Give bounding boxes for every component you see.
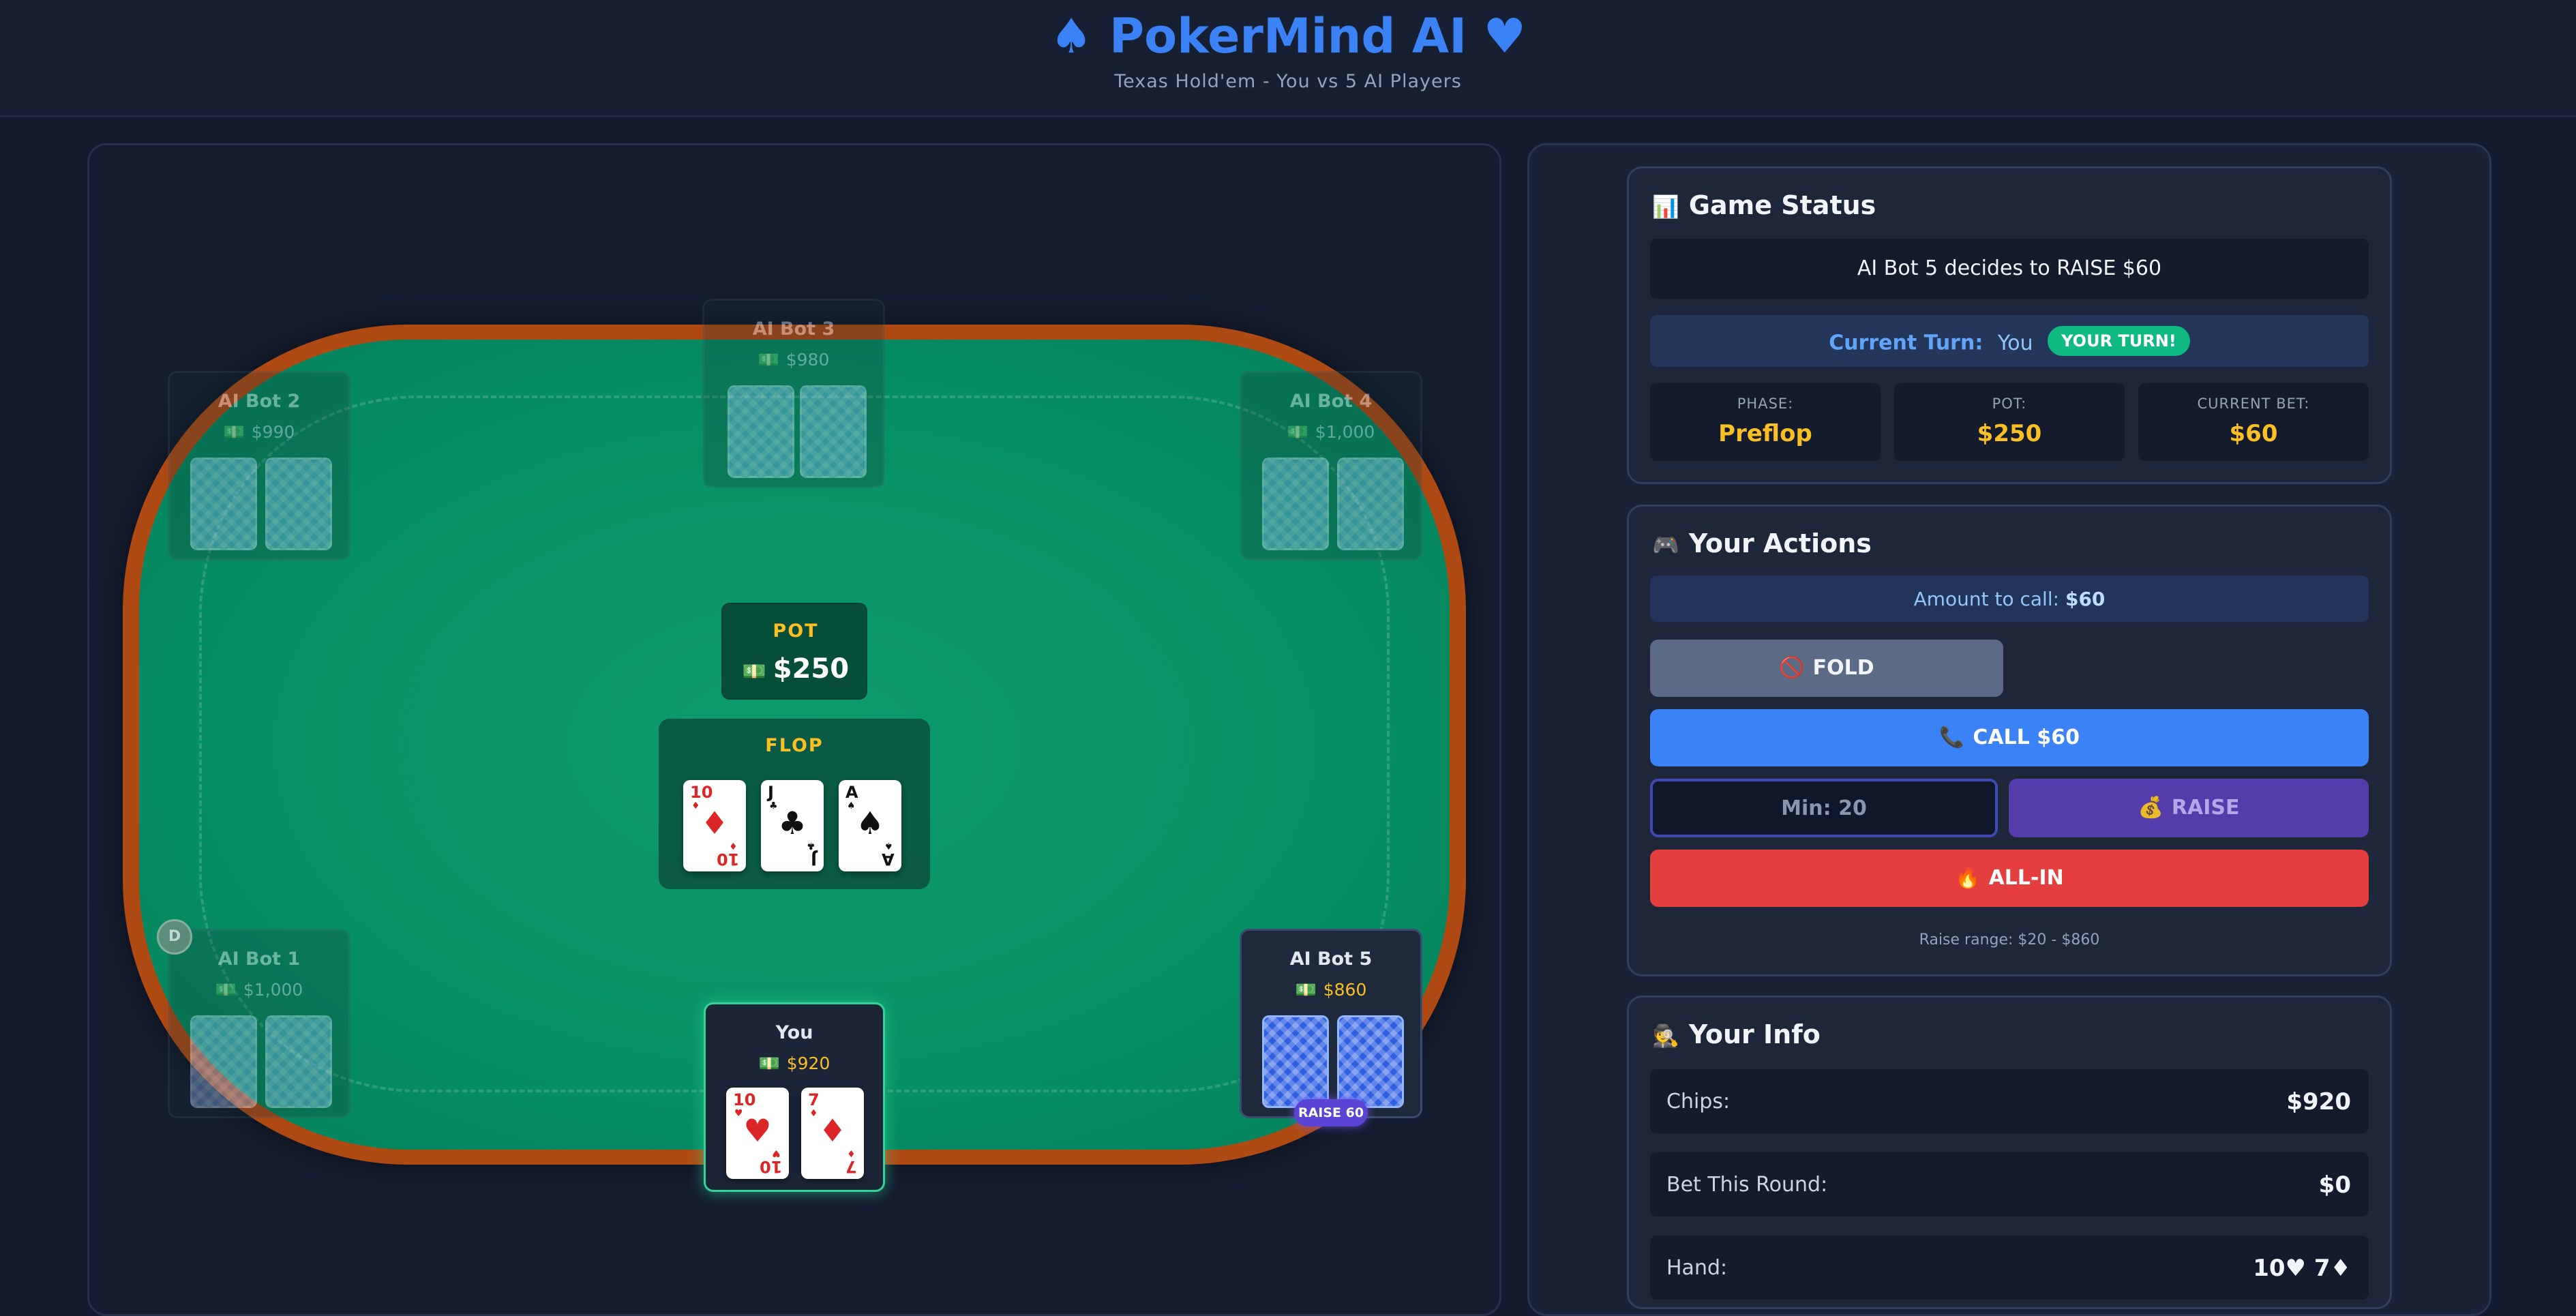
seat-chips: 💵 $980 bbox=[758, 350, 830, 370]
prohibited-icon: 🚫 bbox=[1779, 656, 1805, 680]
card-back bbox=[1262, 458, 1329, 550]
community-card: A ♠ ♠ ♠ A bbox=[839, 780, 901, 871]
seat-ai-bot-4: AI Bot 4 💵 $1,000 bbox=[1240, 371, 1422, 560]
your-info-title: 🕵 Your Info bbox=[1652, 1019, 1821, 1049]
status-message: AI Bot 5 decides to RAISE $60 bbox=[1650, 239, 2369, 299]
money-icon: 💵 bbox=[742, 660, 766, 683]
card-back bbox=[190, 458, 257, 550]
amount-to-call: Amount to call: $60 bbox=[1650, 575, 2369, 622]
community-card: 10 ♦ ♦ ♦ 10 bbox=[683, 780, 746, 871]
call-button[interactable]: 📞 CALL $60 bbox=[1650, 709, 2369, 766]
seat-chips: 💵 $860 bbox=[1295, 980, 1367, 1000]
pot-amount: 💵 $250 bbox=[742, 653, 850, 685]
heart-icon: ♥ bbox=[743, 1112, 772, 1149]
seat-name: AI Bot 3 bbox=[752, 318, 835, 340]
seat-you: You 💵 $920 10 ♥ ♥ ♥ 10 7 ♦ ♦ ♦ 7 bbox=[704, 1002, 885, 1192]
seat-ai-bot-1: AI Bot 1 💵 $1,000 bbox=[168, 929, 350, 1118]
app-subtitle: Texas Hold'em - You vs 5 AI Players bbox=[1114, 71, 1462, 92]
phone-icon: 📞 bbox=[1939, 726, 1965, 749]
diamond-icon: ♦ bbox=[700, 805, 729, 841]
seat-name: AI Bot 4 bbox=[1289, 391, 1373, 412]
seat-chips: 💵 $990 bbox=[223, 422, 295, 442]
card-back bbox=[265, 1015, 332, 1108]
stat-pot: POT: $250 bbox=[1894, 383, 2125, 461]
card-back bbox=[265, 458, 332, 550]
all-in-button[interactable]: 🔥 ALL-IN bbox=[1650, 850, 2369, 907]
hole-card: 10 ♥ ♥ ♥ 10 bbox=[726, 1088, 789, 1179]
seat-chips: 💵 $920 bbox=[758, 1053, 830, 1073]
spade-icon: ♠ bbox=[1049, 8, 1093, 64]
gamepad-icon: 🎮 bbox=[1652, 532, 1679, 558]
pot-display: POT 💵 $250 bbox=[721, 603, 867, 700]
community-card: J ♣ ♣ ♣ J bbox=[761, 780, 824, 871]
money-icon: 💵 bbox=[223, 422, 245, 442]
money-icon: 💵 bbox=[1287, 422, 1308, 442]
seat-ai-bot-2: AI Bot 2 💵 $990 bbox=[168, 371, 350, 560]
seat-chips: 💵 $1,000 bbox=[215, 980, 303, 1000]
app-title-text: PokerMind AI bbox=[1109, 8, 1467, 64]
card-back bbox=[190, 1015, 257, 1108]
info-row-hand: Hand: 10♥ 7♦ bbox=[1650, 1236, 2369, 1300]
info-row-bet-this-round: Bet This Round: $0 bbox=[1650, 1152, 2369, 1216]
last-action-badge: RAISE 60 bbox=[1294, 1099, 1368, 1126]
money-icon: 💵 bbox=[1295, 980, 1317, 1000]
bar-chart-icon: 📊 bbox=[1652, 194, 1679, 220]
card-back bbox=[1337, 1015, 1404, 1108]
money-icon: 💵 bbox=[758, 350, 779, 370]
raise-amount-input[interactable] bbox=[1650, 779, 1998, 837]
current-turn-label: Current Turn: bbox=[1829, 331, 1983, 355]
hole-card: 7 ♦ ♦ ♦ 7 bbox=[801, 1088, 864, 1179]
community-cards: FLOP 10 ♦ ♦ ♦ 10 J ♣ ♣ ♣ J A ♠ ♠ ♠ A bbox=[659, 719, 930, 889]
money-icon: 💵 bbox=[215, 980, 237, 1000]
diamond-icon: ♦ bbox=[818, 1112, 847, 1149]
board-phase-label: FLOP bbox=[765, 735, 824, 756]
seat-name: You bbox=[775, 1022, 813, 1043]
seat-chips: 💵 $1,000 bbox=[1287, 422, 1375, 442]
actions-title: 🎮 Your Actions bbox=[1652, 528, 1872, 558]
card-back bbox=[1337, 458, 1404, 550]
dealer-button: D bbox=[157, 919, 192, 955]
current-turn: Current Turn: You YOUR TURN! bbox=[1650, 315, 2369, 367]
seat-ai-bot-5: AI Bot 5 💵 $860 bbox=[1240, 929, 1422, 1118]
raise-button[interactable]: 💰 RAISE bbox=[2009, 779, 2369, 837]
raise-range-hint: Raise range: $20 - $860 bbox=[1919, 931, 2100, 948]
spade-icon: ♠ bbox=[856, 805, 884, 841]
seat-ai-bot-3: AI Bot 3 💵 $980 bbox=[702, 299, 885, 488]
seat-name: AI Bot 5 bbox=[1289, 948, 1373, 970]
pot-label: POT bbox=[773, 620, 819, 642]
fold-button[interactable]: 🚫 FOLD bbox=[1650, 640, 2003, 697]
money-bag-icon: 💰 bbox=[2138, 796, 2163, 820]
fire-icon: 🔥 bbox=[1955, 866, 1981, 890]
card-back bbox=[1262, 1015, 1329, 1108]
card-back bbox=[800, 385, 867, 478]
your-turn-badge: YOUR TURN! bbox=[2048, 326, 2190, 356]
club-icon: ♣ bbox=[778, 805, 807, 841]
seat-name: AI Bot 2 bbox=[218, 391, 301, 412]
game-status-title: 📊 Game Status bbox=[1652, 190, 1876, 220]
app-title: ♠ PokerMind AI ♥ bbox=[0, 8, 2576, 64]
card-back bbox=[728, 385, 794, 478]
stat-phase: PHASE: Preflop bbox=[1650, 383, 1881, 461]
current-turn-player: You bbox=[1997, 331, 2033, 355]
heart-icon: ♥ bbox=[1483, 8, 1527, 64]
money-icon: 💵 bbox=[758, 1053, 780, 1073]
detective-icon: 🕵 bbox=[1652, 1023, 1679, 1049]
info-row-chips: Chips: $920 bbox=[1650, 1069, 2369, 1133]
seat-name: AI Bot 1 bbox=[218, 948, 301, 970]
stat-current-bet: CURRENT BET: $60 bbox=[2138, 383, 2369, 461]
